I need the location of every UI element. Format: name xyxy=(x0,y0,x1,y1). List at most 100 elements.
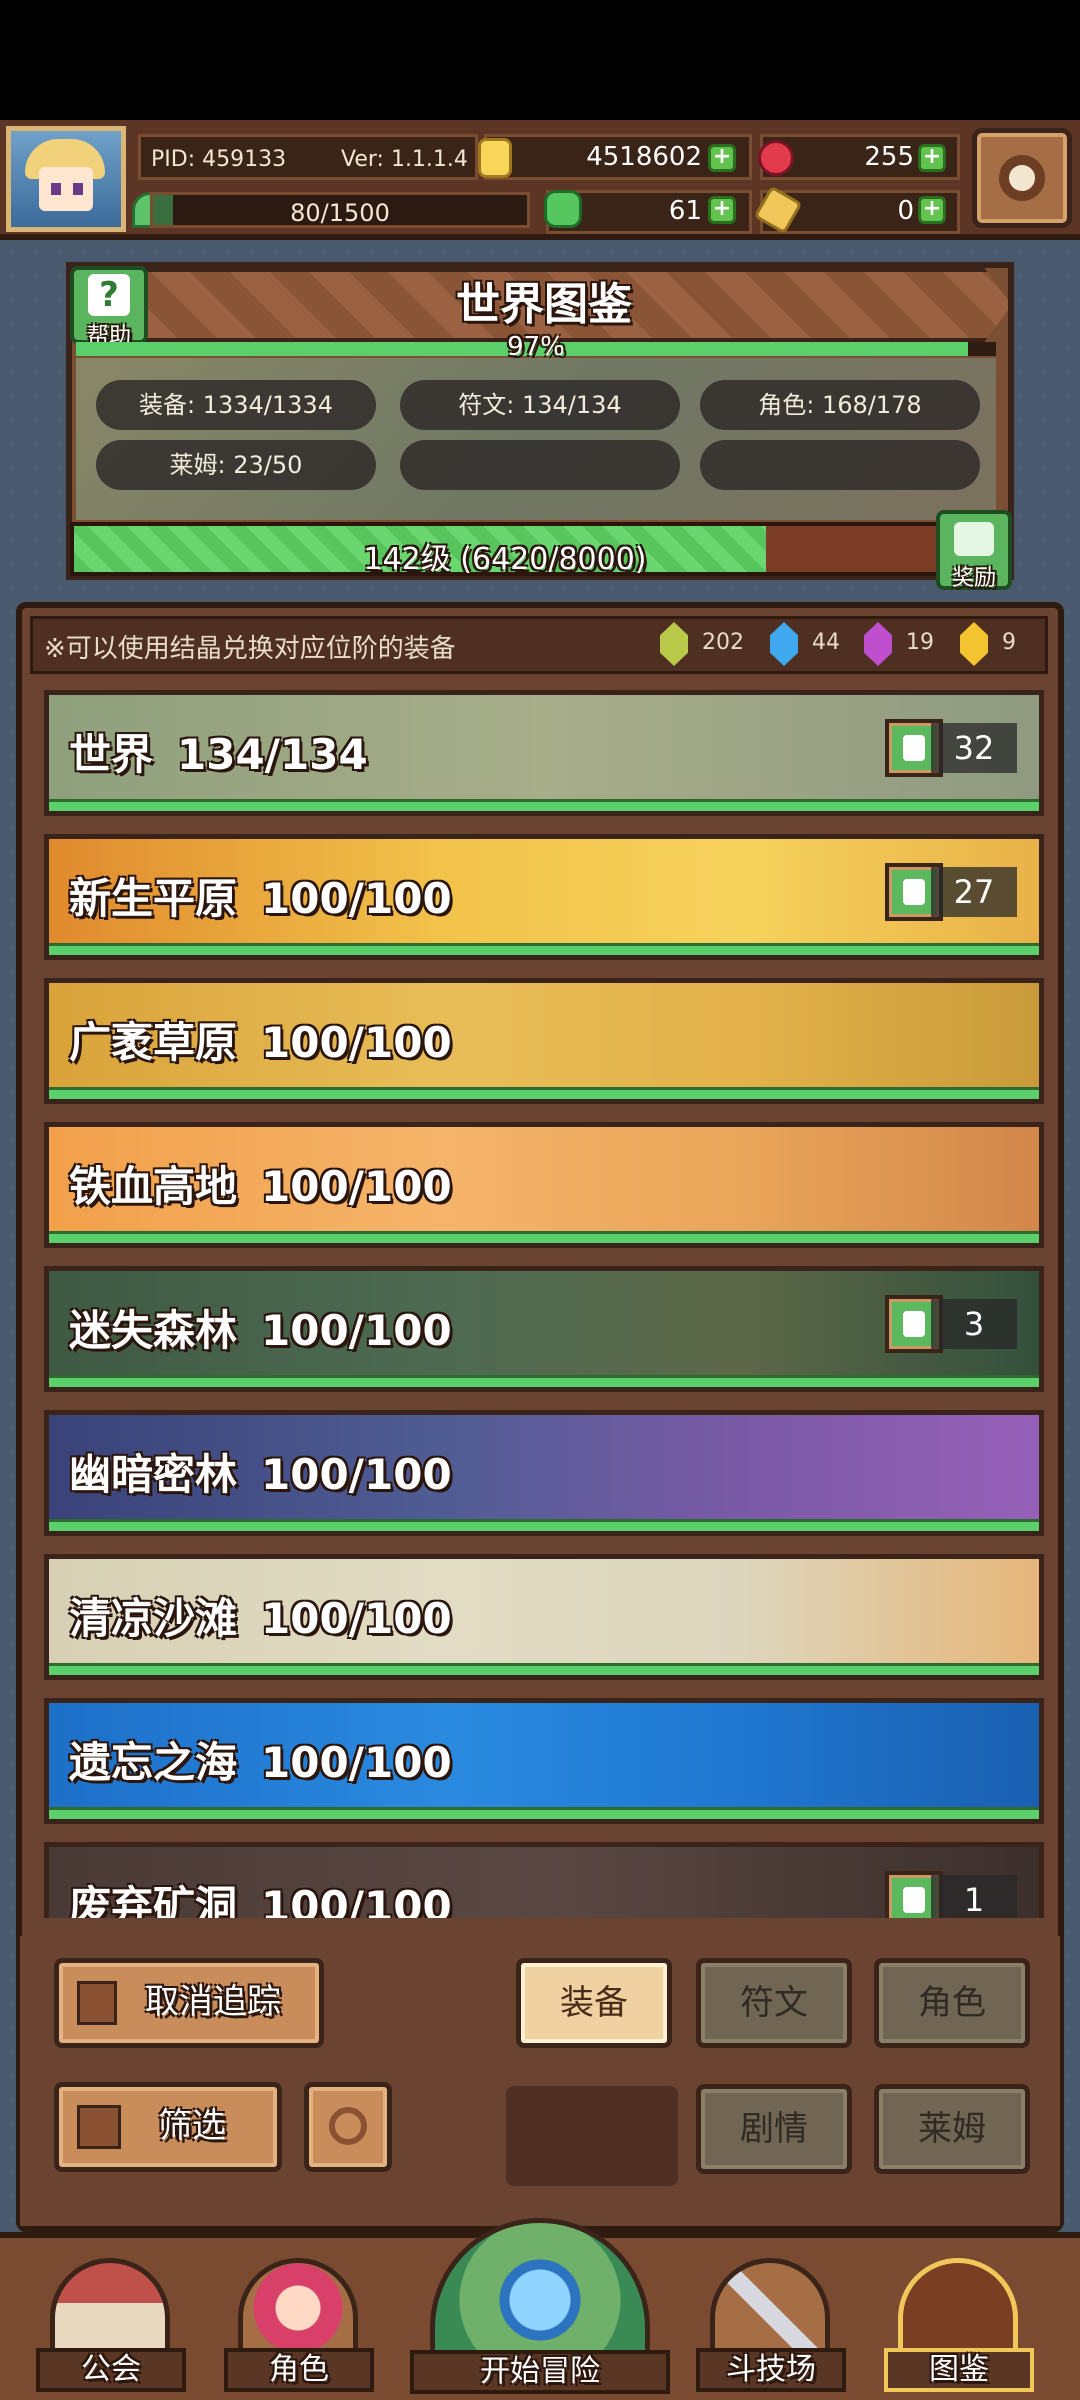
stat-empty xyxy=(400,440,680,490)
region-progress: 100/100 xyxy=(261,1162,452,1211)
add-key-icon[interactable]: + xyxy=(918,196,946,224)
region-progress: 100/100 xyxy=(261,1018,452,1067)
region-row[interactable]: 废弃矿洞 100/100 1 xyxy=(44,1842,1044,1918)
region-title: 清凉沙滩 xyxy=(69,1594,238,1643)
atlas-level-bar: 142级 (6420/8000) xyxy=(70,522,940,577)
gem-value: 255 xyxy=(864,142,914,172)
region-complete-bar xyxy=(49,1519,1039,1531)
region-name: 新生平原 100/100 xyxy=(69,865,452,926)
stat-runes: 符文: 134/134 xyxy=(400,380,680,430)
refresh-icon xyxy=(329,2107,367,2145)
region-title: 新生平原 xyxy=(69,874,238,923)
region-title: 遗忘之海 xyxy=(69,1738,238,1787)
region-name: 铁血高地 100/100 xyxy=(69,1153,452,1214)
region-name: 广袤草原 100/100 xyxy=(69,1009,452,1070)
player-info: PID: 459133 Ver: 1.1.1.4 xyxy=(138,134,478,180)
reward-label: 奖励 xyxy=(951,566,996,591)
nav-adventure-label: 开始冒险 xyxy=(410,2350,670,2394)
region-title: 废弃矿洞 xyxy=(69,1882,238,1918)
tab-story[interactable]: 剧情 xyxy=(696,2084,852,2174)
region-row[interactable]: 广袤草原 100/100 xyxy=(44,978,1044,1104)
nav-guild[interactable]: 公会 xyxy=(36,2248,186,2398)
region-name: 清凉沙滩 100/100 xyxy=(69,1585,452,1646)
tab-slimes[interactable]: 莱姆 xyxy=(874,2084,1030,2174)
add-gold-icon[interactable]: + xyxy=(708,144,736,172)
region-row[interactable]: 迷失森林 100/100 3 xyxy=(44,1266,1044,1392)
region-name: 迷失森林 100/100 xyxy=(69,1297,452,1358)
crystal-count: 9 xyxy=(1002,630,1016,655)
nav-arena[interactable]: 斗技场 xyxy=(696,2248,846,2398)
region-title: 铁血高地 xyxy=(69,1162,238,1211)
add-clover-icon[interactable]: + xyxy=(708,196,736,224)
reward-button[interactable]: 奖励 xyxy=(936,510,1012,591)
region-complete-bar xyxy=(49,1663,1039,1675)
region-row[interactable]: 新生平原 100/100 27 xyxy=(44,834,1044,960)
coin-icon xyxy=(478,138,512,178)
region-complete-bar xyxy=(49,1087,1039,1099)
add-gem-icon[interactable]: + xyxy=(918,144,946,172)
stat-equipment: 装备: 1334/1334 xyxy=(96,380,376,430)
magnifier-map-icon xyxy=(430,2218,650,2368)
region-name: 遗忘之海 100/100 xyxy=(69,1729,452,1790)
region-complete-bar xyxy=(49,1231,1039,1243)
region-progress: 100/100 xyxy=(261,1306,452,1355)
crystal-hint-text: ※可以使用结晶兑换对应位阶的装备 xyxy=(44,634,456,664)
region-title: 迷失森林 xyxy=(69,1306,238,1355)
reward-chest-icon xyxy=(954,522,994,556)
player-avatar[interactable] xyxy=(6,126,126,232)
clover-icon xyxy=(544,190,582,228)
tab-characters[interactable]: 角色 xyxy=(874,1958,1030,2048)
region-like-count: 27 xyxy=(931,867,1017,917)
atlas-level-label: 142级 (6420/8000) xyxy=(363,542,647,577)
tab-runes[interactable]: 符文 xyxy=(696,1958,852,2048)
region-like-count: 1 xyxy=(931,1875,1017,1918)
region-progress: 100/100 xyxy=(261,874,452,923)
nav-atlas[interactable]: 图鉴 xyxy=(884,2248,1034,2398)
gear-icon xyxy=(999,155,1045,201)
region-progress: 100/100 xyxy=(261,1594,452,1643)
player-id: PID: 459133 xyxy=(151,147,287,172)
region-like-count: 3 xyxy=(931,1299,1017,1349)
tab-equipment[interactable]: 装备 xyxy=(516,1958,672,2048)
filter-button[interactable]: 筛选 xyxy=(54,2082,282,2172)
region-progress: 100/100 xyxy=(261,1738,452,1787)
nav-adventure[interactable]: 开始冒险 xyxy=(410,2218,670,2400)
stat-slimes: 莱姆: 23/50 xyxy=(96,440,376,490)
region-like-count: 32 xyxy=(931,723,1017,773)
region-title: 世界 xyxy=(69,730,154,779)
region-row[interactable]: 幽暗密林 100/100 xyxy=(44,1410,1044,1536)
key-value: 0 xyxy=(897,196,914,226)
settings-button[interactable] xyxy=(972,128,1072,228)
game-version: Ver: 1.1.1.4 xyxy=(341,147,468,172)
nav-characters[interactable]: 角色 xyxy=(224,2248,374,2398)
region-title: 广袤草原 xyxy=(69,1018,238,1067)
gold-value: 4518602 xyxy=(586,142,702,172)
region-name: 废弃矿洞 100/100 xyxy=(69,1873,452,1918)
nav-characters-label: 角色 xyxy=(224,2348,374,2392)
nav-guild-label: 公会 xyxy=(36,2348,186,2392)
region-row[interactable]: 清凉沙滩 100/100 xyxy=(44,1554,1044,1680)
refresh-button[interactable] xyxy=(304,2082,392,2172)
stat-empty xyxy=(700,440,980,490)
crystal-count: 44 xyxy=(812,630,840,655)
region-progress: 134/134 xyxy=(177,730,368,779)
region-name: 世界 134/134 xyxy=(69,721,368,782)
region-title: 幽暗密林 xyxy=(69,1450,238,1499)
region-name: 幽暗密林 100/100 xyxy=(69,1441,452,1502)
grid-icon xyxy=(77,2105,121,2149)
region-complete-bar xyxy=(49,1807,1039,1819)
ruby-gem-icon xyxy=(758,140,794,176)
status-bar xyxy=(0,0,1080,120)
region-list[interactable]: 世界 134/134 32 新生平原 100/100 27 广袤草原 100/100 铁血高地 1… xyxy=(30,690,1050,1918)
region-row[interactable]: 铁血高地 100/100 xyxy=(44,1122,1044,1248)
bottom-nav: 公会 角色 开始冒险 斗技场 图鉴 xyxy=(0,2218,1080,2400)
region-complete-bar xyxy=(49,943,1039,955)
experience-label: 80/1500 xyxy=(290,199,390,227)
clover-value: 61 xyxy=(668,196,702,226)
nav-atlas-label: 图鉴 xyxy=(884,2348,1034,2392)
region-row[interactable]: 世界 134/134 32 xyxy=(44,690,1044,816)
region-complete-bar xyxy=(49,799,1039,811)
region-row[interactable]: 遗忘之海 100/100 xyxy=(44,1698,1044,1824)
region-progress: 100/100 xyxy=(261,1450,452,1499)
untrack-button[interactable]: 取消追踪 xyxy=(54,1958,324,2048)
